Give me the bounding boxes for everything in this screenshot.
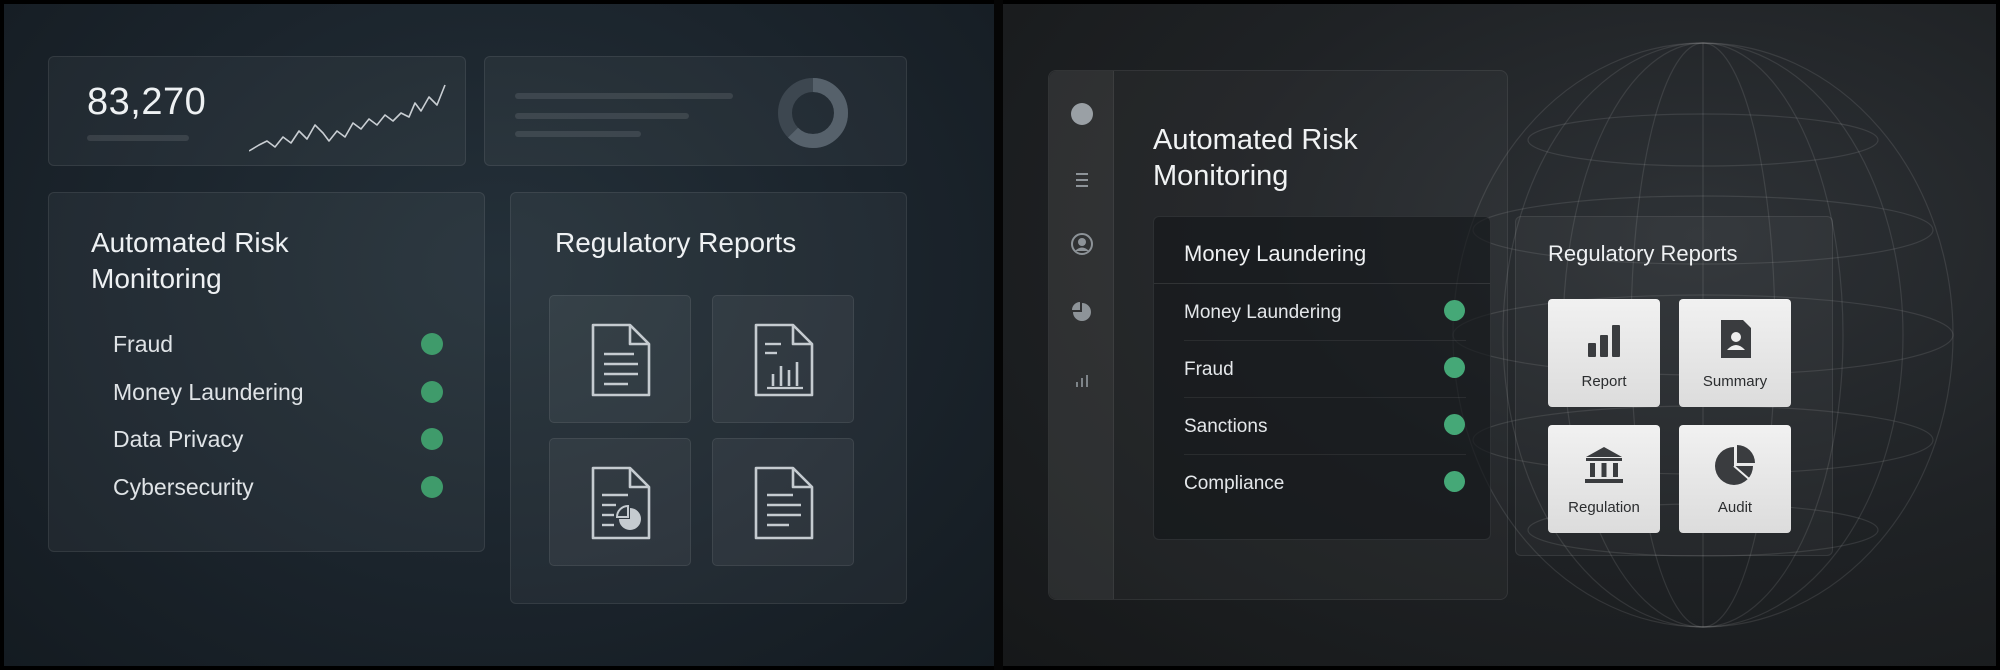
summary-tile[interactable]: Summary [1679, 299, 1791, 407]
user-icon[interactable] [1069, 231, 1095, 257]
risk-item-label: Sanctions [1184, 416, 1268, 437]
risk-monitoring-card: Automated Risk Monitoring Fraud Money La… [48, 192, 485, 552]
risk-item-fraud[interactable]: Fraud [113, 325, 453, 361]
risk-item-compliance[interactable]: Compliance [1184, 455, 1466, 512]
status-dot-icon [421, 381, 443, 403]
chart-document-icon [754, 323, 814, 397]
risk-card-header: Money Laundering [1154, 217, 1490, 284]
bar-chart-icon [1588, 325, 1620, 357]
report-tile[interactable]: Report [1548, 299, 1660, 407]
risk-item-label: Fraud [1184, 359, 1234, 380]
report-tile-text-2[interactable] [712, 438, 854, 566]
circle-icon[interactable] [1069, 101, 1095, 127]
status-dot-icon [1444, 300, 1465, 321]
regulation-tile[interactable]: Regulation [1548, 425, 1660, 533]
risk-monitoring-card: Money Laundering Money Laundering Fraud … [1153, 216, 1491, 540]
panel-divider [994, 0, 1003, 670]
title-line: Automated Risk [91, 227, 289, 258]
risk-item-label: Money Laundering [1184, 302, 1342, 323]
title-line: Monitoring [91, 263, 222, 294]
pie-chart-icon [1715, 445, 1755, 485]
page-title: Automated Risk Monitoring [1153, 122, 1358, 194]
menu-icon[interactable] [1069, 167, 1095, 193]
status-dot-icon [421, 428, 443, 450]
report-tile-chart[interactable] [712, 295, 854, 423]
pie-document-icon [591, 466, 651, 540]
left-dashboard: 83,270 Automated Risk Monitoring Fraud M… [4, 4, 994, 666]
tile-label: Regulation [1568, 499, 1640, 516]
user-document-icon [1721, 320, 1751, 358]
regulatory-reports-card: Regulatory Reports [510, 192, 907, 604]
tile-label: Summary [1702, 373, 1768, 390]
text-document-icon [754, 466, 814, 540]
right-dashboard: Automated Risk Monitoring Money Launderi… [1003, 4, 1996, 666]
risk-item-label: Cybersecurity [113, 474, 254, 500]
pie-chart-icon[interactable] [1069, 299, 1095, 325]
risk-item-label: Fraud [113, 331, 174, 357]
status-dot-icon [421, 476, 443, 498]
text-document-icon [591, 323, 651, 397]
stat-value: 83,270 [87, 81, 207, 123]
placeholder-line [515, 131, 641, 137]
bar-chart-icon[interactable] [1069, 367, 1095, 393]
tile-label: Audit [1717, 499, 1753, 516]
risk-item-sanctions[interactable]: Sanctions [1184, 398, 1466, 455]
risk-item-label: Data Privacy [113, 426, 244, 452]
risk-card-heading: Money Laundering [1184, 241, 1367, 266]
sparkline-chart [249, 84, 446, 152]
stat-card: 83,270 [48, 56, 466, 166]
risk-item-data-privacy[interactable]: Data Privacy [113, 420, 453, 456]
title-line: Automated Risk [1153, 124, 1358, 156]
risk-item-money-laundering[interactable]: Money Laundering [113, 373, 453, 409]
donut-chart-icon [778, 78, 848, 148]
status-dot-icon [1444, 357, 1465, 378]
report-tile-text[interactable] [549, 295, 691, 423]
sidebar [1049, 71, 1114, 599]
risk-item-money-laundering[interactable]: Money Laundering [1184, 284, 1466, 341]
tile-label: Report [1581, 373, 1627, 390]
risk-item-cybersecurity[interactable]: Cybersecurity [113, 468, 453, 504]
status-dot-icon [1444, 414, 1465, 435]
regulatory-reports-card: Regulatory Reports Report Summary Regula… [1515, 216, 1833, 556]
placeholder-line [515, 113, 689, 119]
stat-placeholder-bar [87, 135, 189, 141]
card-title: Automated Risk Monitoring [91, 225, 289, 297]
bank-icon [1585, 447, 1623, 483]
placeholder-line [515, 93, 733, 99]
title-line: Monitoring [1153, 160, 1289, 192]
summary-card [484, 56, 907, 166]
status-dot-icon [421, 333, 443, 355]
risk-item-label: Compliance [1184, 473, 1285, 494]
status-dot-icon [1444, 471, 1465, 492]
card-title: Regulatory Reports [555, 227, 797, 258]
risk-item-fraud[interactable]: Fraud [1184, 341, 1466, 398]
risk-item-label: Money Laundering [113, 379, 304, 405]
report-tile-pie[interactable] [549, 438, 691, 566]
audit-tile[interactable]: Audit [1679, 425, 1791, 533]
card-title: Regulatory Reports [1548, 241, 1738, 266]
